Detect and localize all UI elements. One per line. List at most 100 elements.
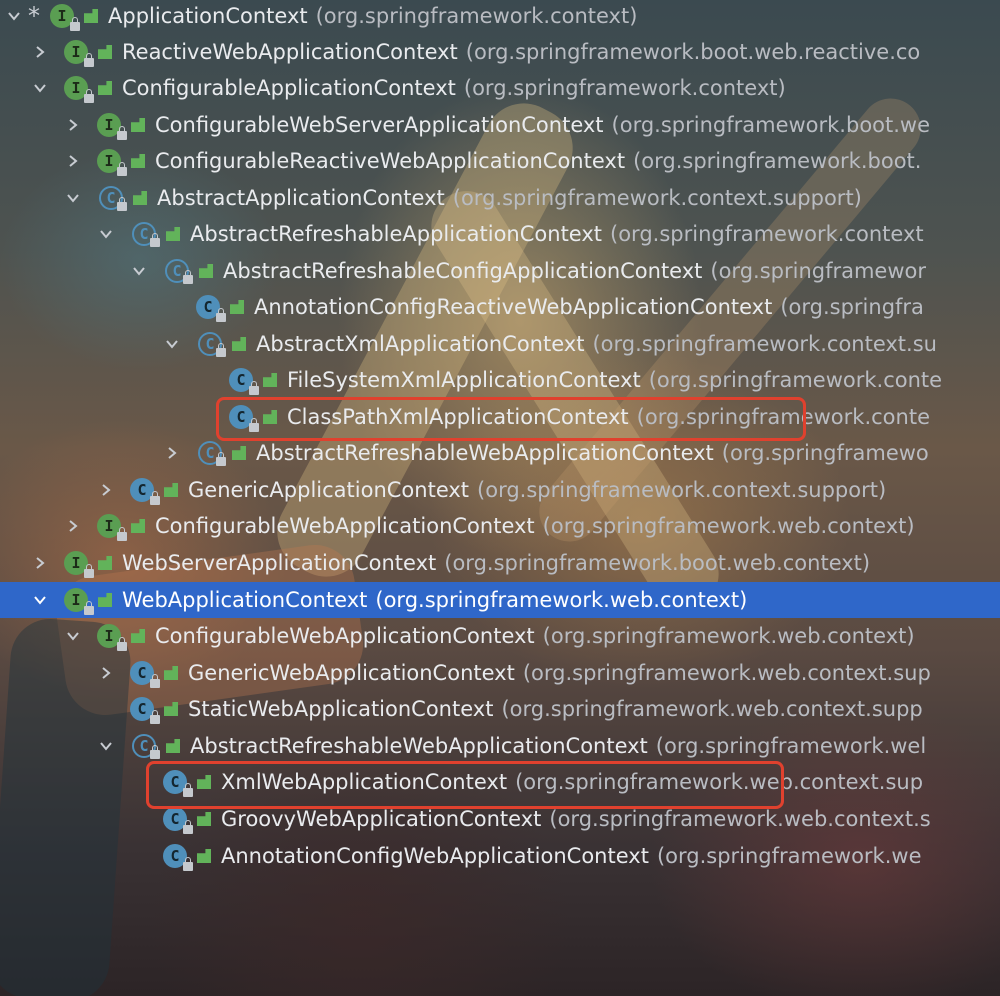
chevron-right-icon[interactable] xyxy=(30,545,50,581)
lock-icon xyxy=(216,308,226,322)
lock-icon xyxy=(150,233,160,247)
package-name: (org.springframework.context.support) xyxy=(477,478,887,502)
chevron-down-icon[interactable] xyxy=(30,582,50,618)
chevron-down-icon[interactable] xyxy=(4,0,24,34)
public-icon xyxy=(263,373,277,387)
class-name: AbstractApplicationContext xyxy=(157,186,445,210)
package-name: (org.springframework.conte xyxy=(648,368,943,392)
package-name: (org.springframework.web.context.sup xyxy=(522,661,931,685)
class-name: ApplicationContext xyxy=(108,4,308,28)
chevron-right-icon[interactable] xyxy=(63,143,83,179)
public-icon xyxy=(197,775,211,789)
tree-row-abstract-refreshable-web-application-context-2[interactable]: C AbstractRefreshableWebApplicationConte… xyxy=(0,728,1000,764)
class-name: FileSystemXmlApplicationContext xyxy=(287,368,641,392)
chevron-down-icon[interactable] xyxy=(96,216,116,252)
class-name: XmlWebApplicationContext xyxy=(221,770,508,794)
tree-row-abstract-xml-application-context[interactable]: C AbstractXmlApplicationContext (org.spr… xyxy=(0,326,1000,362)
tree-row-file-system-xml-application-context[interactable]: C FileSystemXmlApplicationContext (org.s… xyxy=(0,362,1000,398)
lock-icon xyxy=(249,381,259,395)
class-name: GroovyWebApplicationContext xyxy=(221,807,542,831)
tree-row-reactive-web-application-context[interactable]: I ReactiveWebApplicationContext (org.spr… xyxy=(0,34,1000,70)
tree-row-generic-web-application-context[interactable]: C GenericWebApplicationContext (org.spri… xyxy=(0,655,1000,691)
chevron-down-icon[interactable] xyxy=(162,326,182,362)
tree-row-annotation-config-reactive-web-application-context[interactable]: C AnnotationConfigReactiveWebApplication… xyxy=(0,289,1000,325)
tree-row-configurable-application-context[interactable]: I ConfigurableApplicationContext (org.sp… xyxy=(0,70,1000,106)
class-name: AbstractRefreshableApplicationContext xyxy=(190,222,603,246)
interface-icon: I xyxy=(64,588,94,615)
abstract-class-icon: C xyxy=(198,332,226,357)
chevron-down-icon[interactable] xyxy=(129,253,149,289)
public-icon xyxy=(98,593,112,607)
chevron-right-icon[interactable] xyxy=(96,655,116,691)
package-name: (org.springframework.context.support) xyxy=(452,186,862,210)
interface-icon: I xyxy=(64,76,94,103)
package-name: (org.springframework.boot.we xyxy=(611,113,931,137)
lock-icon xyxy=(117,126,127,140)
tree-row-xml-web-application-context[interactable]: C XmlWebApplicationContext (org.springfr… xyxy=(0,764,1000,800)
lock-icon xyxy=(84,89,94,103)
public-icon xyxy=(232,337,246,351)
package-name: (org.springframework.context) xyxy=(463,76,786,100)
public-icon xyxy=(98,556,112,570)
chevron-right-icon[interactable] xyxy=(30,34,50,70)
abstract-class-icon: C xyxy=(99,186,127,211)
chevron-down-icon[interactable] xyxy=(63,180,83,216)
chevron-down-icon[interactable] xyxy=(63,618,83,654)
package-name: (org.springframework.context.su xyxy=(592,332,937,356)
chevron-down-icon[interactable] xyxy=(96,728,116,764)
lock-icon xyxy=(216,343,226,357)
class-name: ClassPathXmlApplicationContext xyxy=(287,405,629,429)
tree-row-generic-application-context[interactable]: C GenericApplicationContext (org.springf… xyxy=(0,472,1000,508)
public-icon xyxy=(199,264,213,278)
lock-icon xyxy=(150,745,160,759)
public-icon xyxy=(166,739,180,753)
package-name: (org.springframework.context) xyxy=(315,4,638,28)
package-name: (org.springfra xyxy=(780,295,924,319)
class-name: ReactiveWebApplicationContext xyxy=(122,40,458,64)
tree-row-class-path-xml-application-context[interactable]: C ClassPathXmlApplicationContext (org.sp… xyxy=(0,399,1000,435)
chevron-right-icon[interactable] xyxy=(162,435,182,471)
package-name: (org.springframework.context xyxy=(610,222,924,246)
chevron-down-icon[interactable] xyxy=(30,70,50,106)
hierarchy-tree: * I ApplicationContext (org.springframew… xyxy=(0,0,1000,996)
class-name: ConfigurableApplicationContext xyxy=(122,76,456,100)
class-icon: C xyxy=(229,405,259,432)
tree-row-configurable-web-application-context[interactable]: I ConfigurableWebApplicationContext (org… xyxy=(0,508,1000,544)
tree-row-static-web-application-context[interactable]: C StaticWebApplicationContext (org.sprin… xyxy=(0,691,1000,727)
package-name: (org.springframework.boot.web.context) xyxy=(444,551,871,575)
tree-row-configurable-reactive-web-application-context[interactable]: I ConfigurableReactiveWebApplicationCont… xyxy=(0,143,1000,179)
chevron-right-icon[interactable] xyxy=(63,107,83,143)
package-name: (org.springframework.wel xyxy=(655,734,927,758)
lock-icon xyxy=(117,197,127,211)
lock-icon xyxy=(150,491,160,505)
tree-row-configurable-web-server-application-context[interactable]: I ConfigurableWebServerApplicationContex… xyxy=(0,107,1000,143)
tree-row-abstract-refreshable-web-application-context[interactable]: C AbstractRefreshableWebApplicationConte… xyxy=(0,435,1000,471)
tree-row-configurable-web-application-context-2[interactable]: I ConfigurableWebApplicationContext (org… xyxy=(0,618,1000,654)
tree-row-abstract-refreshable-config-application-context[interactable]: C AbstractRefreshableConfigApplicationCo… xyxy=(0,253,1000,289)
chevron-right-icon[interactable] xyxy=(96,472,116,508)
class-name: ConfigurableWebApplicationContext xyxy=(155,514,535,538)
package-name: (org.springframework.web.context.s xyxy=(549,807,931,831)
chevron-right-icon[interactable] xyxy=(63,508,83,544)
tree-row-web-server-application-context[interactable]: I WebServerApplicationContext (org.sprin… xyxy=(0,545,1000,581)
tree-row-application-context[interactable]: * I ApplicationContext (org.springframew… xyxy=(0,0,1000,34)
public-icon xyxy=(263,410,277,424)
public-icon xyxy=(164,666,178,680)
tree-row-abstract-refreshable-application-context[interactable]: C AbstractRefreshableApplicationContext … xyxy=(0,216,1000,252)
lock-icon xyxy=(84,53,94,67)
class-icon: C xyxy=(163,770,193,797)
lock-icon xyxy=(70,17,80,31)
tree-row-groovy-web-application-context[interactable]: C GroovyWebApplicationContext (org.sprin… xyxy=(0,801,1000,837)
tree-row-abstract-application-context[interactable]: C AbstractApplicationContext (org.spring… xyxy=(0,180,1000,216)
package-name: (org.springframework.web.context) xyxy=(542,514,915,538)
class-name: WebServerApplicationContext xyxy=(122,551,437,575)
interface-icon: I xyxy=(50,4,80,31)
class-name: AnnotationConfigReactiveWebApplicationCo… xyxy=(254,295,773,319)
public-icon xyxy=(197,812,211,826)
abstract-class-icon: C xyxy=(132,222,160,247)
tree-row-web-application-context-selected[interactable]: I WebApplicationContext (org.springframe… xyxy=(0,582,1000,618)
public-icon xyxy=(131,629,145,643)
class-icon: C xyxy=(130,661,160,688)
package-name: (org.springframework.boot.web.reactive.c… xyxy=(465,40,921,64)
tree-row-annotation-config-web-application-context[interactable]: C AnnotationConfigWebApplicationContext … xyxy=(0,838,1000,874)
